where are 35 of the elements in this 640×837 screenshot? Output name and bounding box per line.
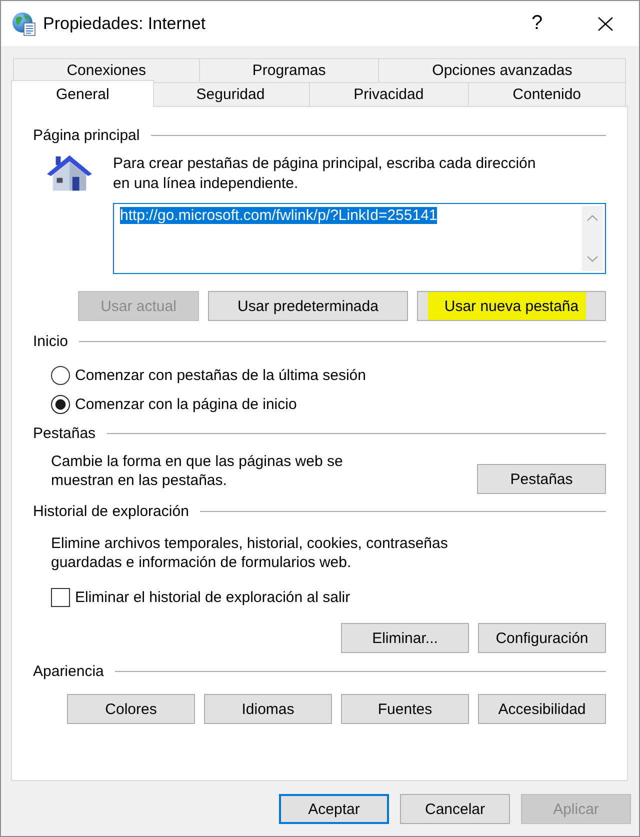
settings-button[interactable]: Configuración xyxy=(478,623,606,653)
radio-icon[interactable] xyxy=(51,366,70,384)
globe-page-icon xyxy=(12,12,36,36)
tab[interactable]: Conexiones xyxy=(13,58,200,82)
radio-option[interactable]: Comenzar con la página de inicio xyxy=(51,393,297,415)
tabs-button[interactable]: Pestañas xyxy=(477,464,606,494)
section-title: Historial de exploración xyxy=(33,502,189,520)
checkbox-option[interactable]: Eliminar el historial de exploración al salir xyxy=(51,586,350,608)
section-title: Pestañas xyxy=(33,424,96,442)
accessibility-button[interactable]: Accesibilidad xyxy=(478,694,606,724)
close-icon xyxy=(598,16,612,30)
delete-button[interactable]: Eliminar... xyxy=(341,623,469,653)
url-field[interactable]: http://go.microsoft.com/fwlink/p/?LinkId=255141 xyxy=(113,203,606,274)
radio-option[interactable]: Comenzar con pestañas de la última sesión xyxy=(51,364,366,386)
help-button[interactable]: ? xyxy=(514,1,560,46)
section-title: Página principal xyxy=(33,126,140,144)
section-title: Inicio xyxy=(33,332,68,350)
colors-button[interactable]: Colores xyxy=(67,694,195,724)
ok-button[interactable]: Aceptar xyxy=(279,794,389,824)
languages-button[interactable]: Idiomas xyxy=(204,694,332,724)
window-title: Propiedades: Internet xyxy=(43,14,206,34)
checkbox-icon[interactable] xyxy=(51,588,70,606)
fonts-button[interactable]: Fuentes xyxy=(341,694,469,724)
description-text: Para crear pestañas de página principal, escriba cada dirección en una línea independiente. xyxy=(113,154,537,194)
use-default-button[interactable]: Usar predeterminada xyxy=(208,291,408,321)
use-new-tab-button[interactable]: Usar nueva pestaña xyxy=(417,291,606,321)
cancel-button[interactable]: Cancelar xyxy=(400,794,510,824)
tab[interactable]: Opciones avanzadas xyxy=(378,58,626,82)
radio-icon[interactable] xyxy=(51,394,70,414)
description-text: Cambie la forma en que las páginas web se muestran en las pestañas. xyxy=(50,452,344,490)
tab[interactable]: General xyxy=(11,80,154,107)
section-title: Apariencia xyxy=(33,662,104,680)
tab[interactable]: Contenido xyxy=(468,82,626,106)
house-icon xyxy=(46,153,93,193)
description-text: Elimine archivos temporales, historial, cookies, contraseñas guardadas e información de formularios web. xyxy=(50,534,449,572)
